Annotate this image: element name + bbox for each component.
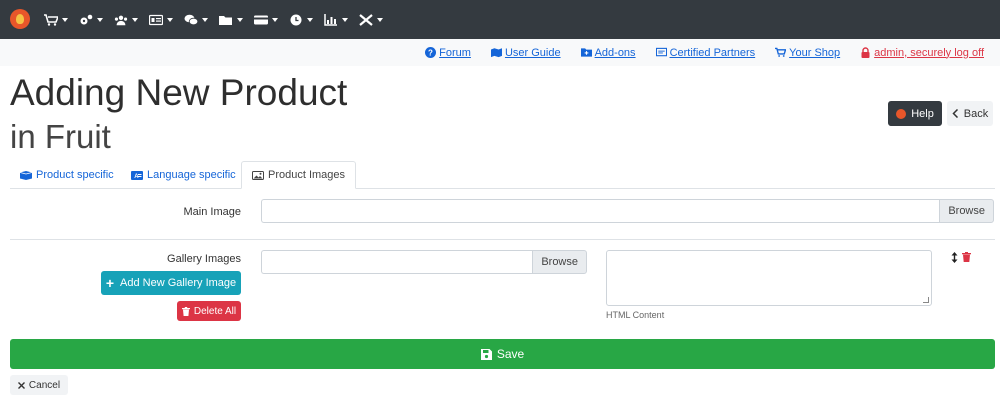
chevron-down-icon (237, 17, 243, 22)
map-icon (490, 48, 502, 58)
folder-icon (219, 15, 232, 25)
log-off-link-label: admin, securely log off (874, 46, 984, 59)
main-image-browse-button[interactable]: Browse (939, 199, 994, 223)
tab-product-images-label: Product Images (268, 169, 346, 181)
cart-icon (775, 47, 787, 57)
chevron-down-icon (132, 17, 138, 22)
plus-icon: + (105, 275, 114, 291)
resize-handle-icon[interactable] (923, 297, 929, 303)
chevron-down-icon (342, 17, 348, 22)
certified-partners-link-label: Certified Partners (669, 46, 756, 59)
nav-files[interactable] (219, 0, 243, 39)
certificate-icon (655, 47, 667, 57)
close-icon (17, 381, 25, 389)
chart-icon (324, 13, 337, 26)
help-button-label: Help (911, 107, 934, 120)
forum-link-label: Forum (439, 46, 471, 59)
svg-text:?: ? (428, 49, 433, 58)
chevron-down-icon (62, 17, 68, 22)
question-circle-icon: ? (425, 47, 437, 58)
main-image-upload: Browse (261, 199, 994, 223)
tab-product-specific[interactable]: Product specific (20, 161, 114, 189)
tools-icon (359, 13, 373, 26)
page-title: Adding New Product (10, 72, 348, 113)
cancel-button[interactable]: Cancel (10, 375, 68, 395)
chevron-down-icon (377, 17, 383, 22)
user-guide-link-label: User Guide (504, 46, 561, 59)
trash-icon (181, 306, 190, 316)
add-gallery-image-label: Add New Gallery Image (120, 277, 237, 289)
help-button[interactable]: Help (888, 101, 942, 126)
floppy-disk-icon (480, 348, 492, 360)
clock-icon (290, 14, 302, 25)
addons-link-label: Add-ons (594, 46, 636, 59)
sort-arrows-icon[interactable] (951, 252, 958, 263)
main-image-field[interactable] (261, 199, 940, 223)
certified-partners-link[interactable]: Certified Partners (655, 46, 756, 59)
chevron-down-icon (97, 17, 103, 22)
chevron-down-icon (167, 17, 173, 22)
section-divider (10, 239, 995, 240)
forum-link[interactable]: ? Forum (425, 47, 471, 59)
nav-tools[interactable] (359, 0, 383, 39)
save-button-label: Save (496, 347, 525, 361)
app-logo-icon (896, 108, 907, 119)
product-tabs: Product specific A Language specific Pro… (10, 161, 995, 189)
images-icon (252, 170, 264, 180)
addons-link[interactable]: Add-ons (580, 46, 636, 59)
gears-icon (80, 14, 93, 24)
nav-history[interactable] (289, 0, 313, 39)
your-shop-link-label: Your Shop (789, 46, 841, 59)
save-button[interactable]: Save (10, 339, 995, 369)
app-logo-icon[interactable] (10, 9, 30, 29)
language-icon: A (131, 170, 143, 180)
chevron-down-icon (272, 17, 278, 22)
nav-comments[interactable] (184, 0, 208, 39)
tab-language-specific-label: Language specific (147, 169, 236, 181)
box-icon (20, 170, 32, 180)
back-button[interactable]: Back (947, 101, 993, 126)
nav-reports[interactable] (324, 0, 348, 39)
nav-catalog[interactable] (149, 0, 173, 39)
log-off-link[interactable]: admin, securely log off (860, 47, 984, 59)
gallery-image-field[interactable] (261, 250, 533, 274)
users-icon (114, 15, 128, 25)
main-image-label: Main Image (183, 206, 241, 218)
html-content-textarea[interactable] (606, 250, 932, 306)
top-navbar (0, 0, 1000, 39)
chevron-left-icon (952, 109, 958, 118)
credit-card-icon (254, 15, 268, 24)
page-subtitle: in Fruit (10, 118, 111, 155)
delete-all-label: Delete All (193, 305, 237, 317)
chevron-down-icon (307, 17, 313, 22)
add-gallery-image-button[interactable]: + Add New Gallery Image (101, 271, 241, 295)
cart-icon (44, 13, 58, 26)
nav-customers[interactable] (114, 0, 138, 39)
folder-plus-icon (580, 48, 592, 57)
back-button-label: Back (963, 107, 989, 120)
secondary-link-bar: ? Forum User Guide Add-ons Certified Par… (0, 39, 1000, 66)
your-shop-link[interactable]: Your Shop (775, 47, 840, 59)
lock-icon (861, 47, 870, 58)
comments-icon (184, 14, 198, 25)
nav-menu (44, 0, 394, 39)
nav-settings[interactable] (79, 0, 103, 39)
delete-gallery-item-icon[interactable] (962, 252, 971, 262)
chevron-down-icon (202, 17, 208, 22)
delete-all-button[interactable]: Delete All (177, 301, 241, 321)
cancel-button-label: Cancel (28, 379, 61, 391)
tab-product-specific-label: Product specific (36, 169, 114, 181)
gallery-image-upload: Browse (261, 250, 587, 274)
gallery-image-browse-button[interactable]: Browse (532, 250, 587, 274)
gallery-images-label: Gallery Images (167, 253, 241, 265)
nav-orders[interactable] (44, 0, 68, 39)
tab-product-images[interactable]: Product Images (241, 161, 357, 189)
nav-payments[interactable] (254, 0, 278, 39)
id-card-icon (149, 14, 163, 25)
tab-language-specific[interactable]: A Language specific (131, 161, 236, 189)
html-content-caption: HTML Content (606, 310, 665, 320)
user-guide-link[interactable]: User Guide (490, 46, 561, 59)
